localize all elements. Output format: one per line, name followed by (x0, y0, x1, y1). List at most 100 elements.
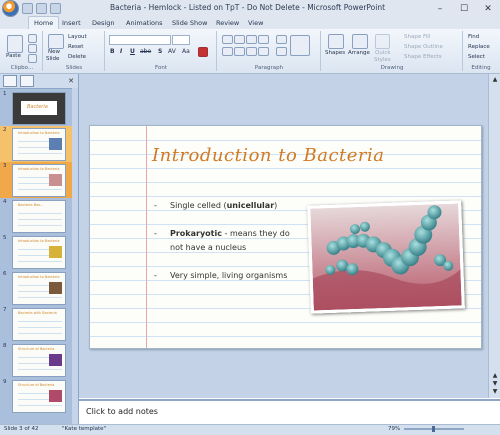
maximize-button[interactable]: ☐ (452, 0, 476, 17)
find-button[interactable]: Find (468, 34, 479, 40)
tab-slide-show[interactable]: Slide Show (172, 17, 207, 29)
text-direction-icon[interactable] (276, 35, 287, 44)
justify-icon[interactable] (258, 47, 269, 56)
previous-slide-icon[interactable]: ▲ (491, 372, 499, 380)
font-label: Font (155, 65, 167, 71)
thumbnail-title: Introduction to Bacteria (18, 275, 60, 279)
thumbnail-picture (49, 354, 62, 366)
font-name-combo[interactable] (109, 35, 171, 45)
tab-home[interactable]: Home (28, 16, 60, 30)
change-case-button[interactable]: Aa (182, 48, 190, 55)
next-slide-icon[interactable]: ▼ (491, 380, 499, 388)
slide-thumbnail-4[interactable]: 4 Bacteria Bas... (0, 198, 78, 234)
close-button[interactable]: ✕ (476, 0, 500, 17)
zoom-level[interactable]: 79% (388, 426, 400, 432)
slides-panel: ✕ 1 Bacteria 2 Introduction to Bacteria … (0, 74, 79, 424)
slide-thumbnail-3[interactable]: 3 Introduction to Bacteria (0, 162, 78, 198)
slide-thumbnail-7[interactable]: 7 Bacteria with Bacteria (0, 306, 78, 342)
notes-placeholder: Click to add notes (86, 407, 158, 416)
reset-button[interactable]: Reset (68, 44, 83, 50)
arrange-icon[interactable] (352, 34, 368, 49)
slide-thumbnail-9[interactable]: 9 Structure of Bacteria (0, 378, 78, 414)
tab-view[interactable]: View (248, 17, 263, 29)
close-panel-icon[interactable]: ✕ (68, 77, 74, 85)
redo-icon[interactable] (50, 3, 61, 14)
new-slide-label[interactable]: New (48, 49, 60, 55)
current-slide[interactable]: Introduction to Bacteria - Single celled… (89, 125, 482, 349)
format-painter-icon[interactable] (28, 54, 37, 63)
drawing-group: Shapes Arrange Quick Styles Shape Fill S… (322, 31, 463, 71)
scroll-up-icon[interactable]: ▲ (491, 76, 499, 84)
zoom-slider-thumb[interactable] (432, 426, 435, 432)
outline-tab-icon[interactable] (20, 75, 34, 87)
font-size-combo[interactable] (172, 35, 190, 45)
copy-icon[interactable] (28, 44, 37, 53)
thumbnail-picture (49, 174, 62, 186)
shadow-button[interactable]: S (158, 48, 162, 55)
paste-label[interactable]: Paste (6, 53, 21, 59)
quick-styles-label[interactable]: Quick (375, 50, 391, 56)
minimize-button[interactable]: – (428, 0, 452, 17)
align-center-icon[interactable] (234, 47, 245, 56)
increase-indent-icon[interactable] (258, 35, 269, 44)
tab-review[interactable]: Review (216, 17, 239, 29)
decrease-indent-icon[interactable] (246, 35, 257, 44)
bold-button[interactable]: B (110, 48, 115, 55)
spacing-button[interactable]: AV (168, 48, 176, 55)
slide-title[interactable]: Introduction to Bacteria (152, 145, 385, 166)
delete-button[interactable]: Delete (68, 54, 86, 60)
align-text-icon[interactable] (276, 47, 287, 56)
office-button[interactable] (2, 0, 19, 17)
slides-tab-icon[interactable] (3, 75, 17, 87)
slide-number: 6 (3, 271, 7, 277)
bullets-icon[interactable] (222, 35, 233, 44)
select-button[interactable]: Select (468, 54, 485, 60)
tab-design[interactable]: Design (92, 17, 114, 29)
new-slide-label-2[interactable]: Slide (46, 56, 59, 62)
tab-insert[interactable]: Insert (62, 17, 81, 29)
arrange-button[interactable]: Arrange (348, 50, 370, 56)
slide-thumbnail-2[interactable]: 2 Introduction to Bacteria (0, 126, 78, 162)
numbering-icon[interactable] (234, 35, 245, 44)
cut-icon[interactable] (28, 34, 37, 43)
layout-button[interactable]: Layout (68, 34, 87, 40)
undo-icon[interactable] (36, 3, 47, 14)
save-icon[interactable] (22, 3, 33, 14)
underline-button[interactable]: U (130, 48, 135, 55)
shapes-icon[interactable] (328, 34, 344, 49)
quick-styles-icon[interactable] (375, 34, 390, 49)
align-left-icon[interactable] (222, 47, 233, 56)
shape-effects-button[interactable]: Shape Effects (404, 54, 442, 60)
new-slide-icon[interactable] (48, 34, 64, 49)
strikethrough-button[interactable]: abe (140, 48, 151, 55)
notes-pane[interactable]: Click to add notes (79, 399, 500, 425)
font-color-icon[interactable] (198, 47, 208, 57)
editor-vertical-scrollbar[interactable]: ▲ ▲ ▼ ▼ (488, 74, 500, 398)
slides-panel-scrollbar[interactable] (72, 88, 78, 424)
slide-number: 5 (3, 235, 7, 241)
align-right-icon[interactable] (246, 47, 257, 56)
shape-outline-button[interactable]: Shape Outline (404, 44, 443, 50)
smartart-icon[interactable] (290, 35, 310, 56)
thumbnail-image: Bacteria (12, 92, 66, 125)
window-title: Bacteria - Hemlock - Listed on TpT - Do … (110, 3, 386, 12)
slide-thumbnail-8[interactable]: 8 Structure of Bacteria (0, 342, 78, 378)
bullet-dash: - (154, 201, 157, 210)
scroll-down-icon[interactable]: ▼ (491, 388, 499, 396)
status-bar: Slide 3 of 42 "Kate template" 79% (0, 424, 500, 435)
thumbnail-image: Structure of Bacteria (12, 344, 66, 377)
slide-thumbnail-6[interactable]: 6 Introduction to Bacteria (0, 270, 78, 306)
slide-thumbnail-1[interactable]: 1 Bacteria (0, 90, 78, 126)
shapes-button[interactable]: Shapes (325, 50, 345, 56)
bacteria-photo[interactable] (307, 200, 465, 314)
italic-button[interactable]: I (120, 48, 122, 55)
slide-number: 1 (3, 91, 7, 97)
quick-styles-label-2[interactable]: Styles (374, 57, 391, 63)
shape-fill-button[interactable]: Shape Fill (404, 34, 430, 40)
paste-icon[interactable] (7, 35, 23, 53)
slide-thumbnail-5[interactable]: 5 Introduction to Bacteria (0, 234, 78, 270)
tab-animations[interactable]: Animations (126, 17, 163, 29)
editing-label: Editing (471, 65, 491, 71)
replace-button[interactable]: Replace (468, 44, 490, 50)
slide-number: 2 (3, 127, 7, 133)
